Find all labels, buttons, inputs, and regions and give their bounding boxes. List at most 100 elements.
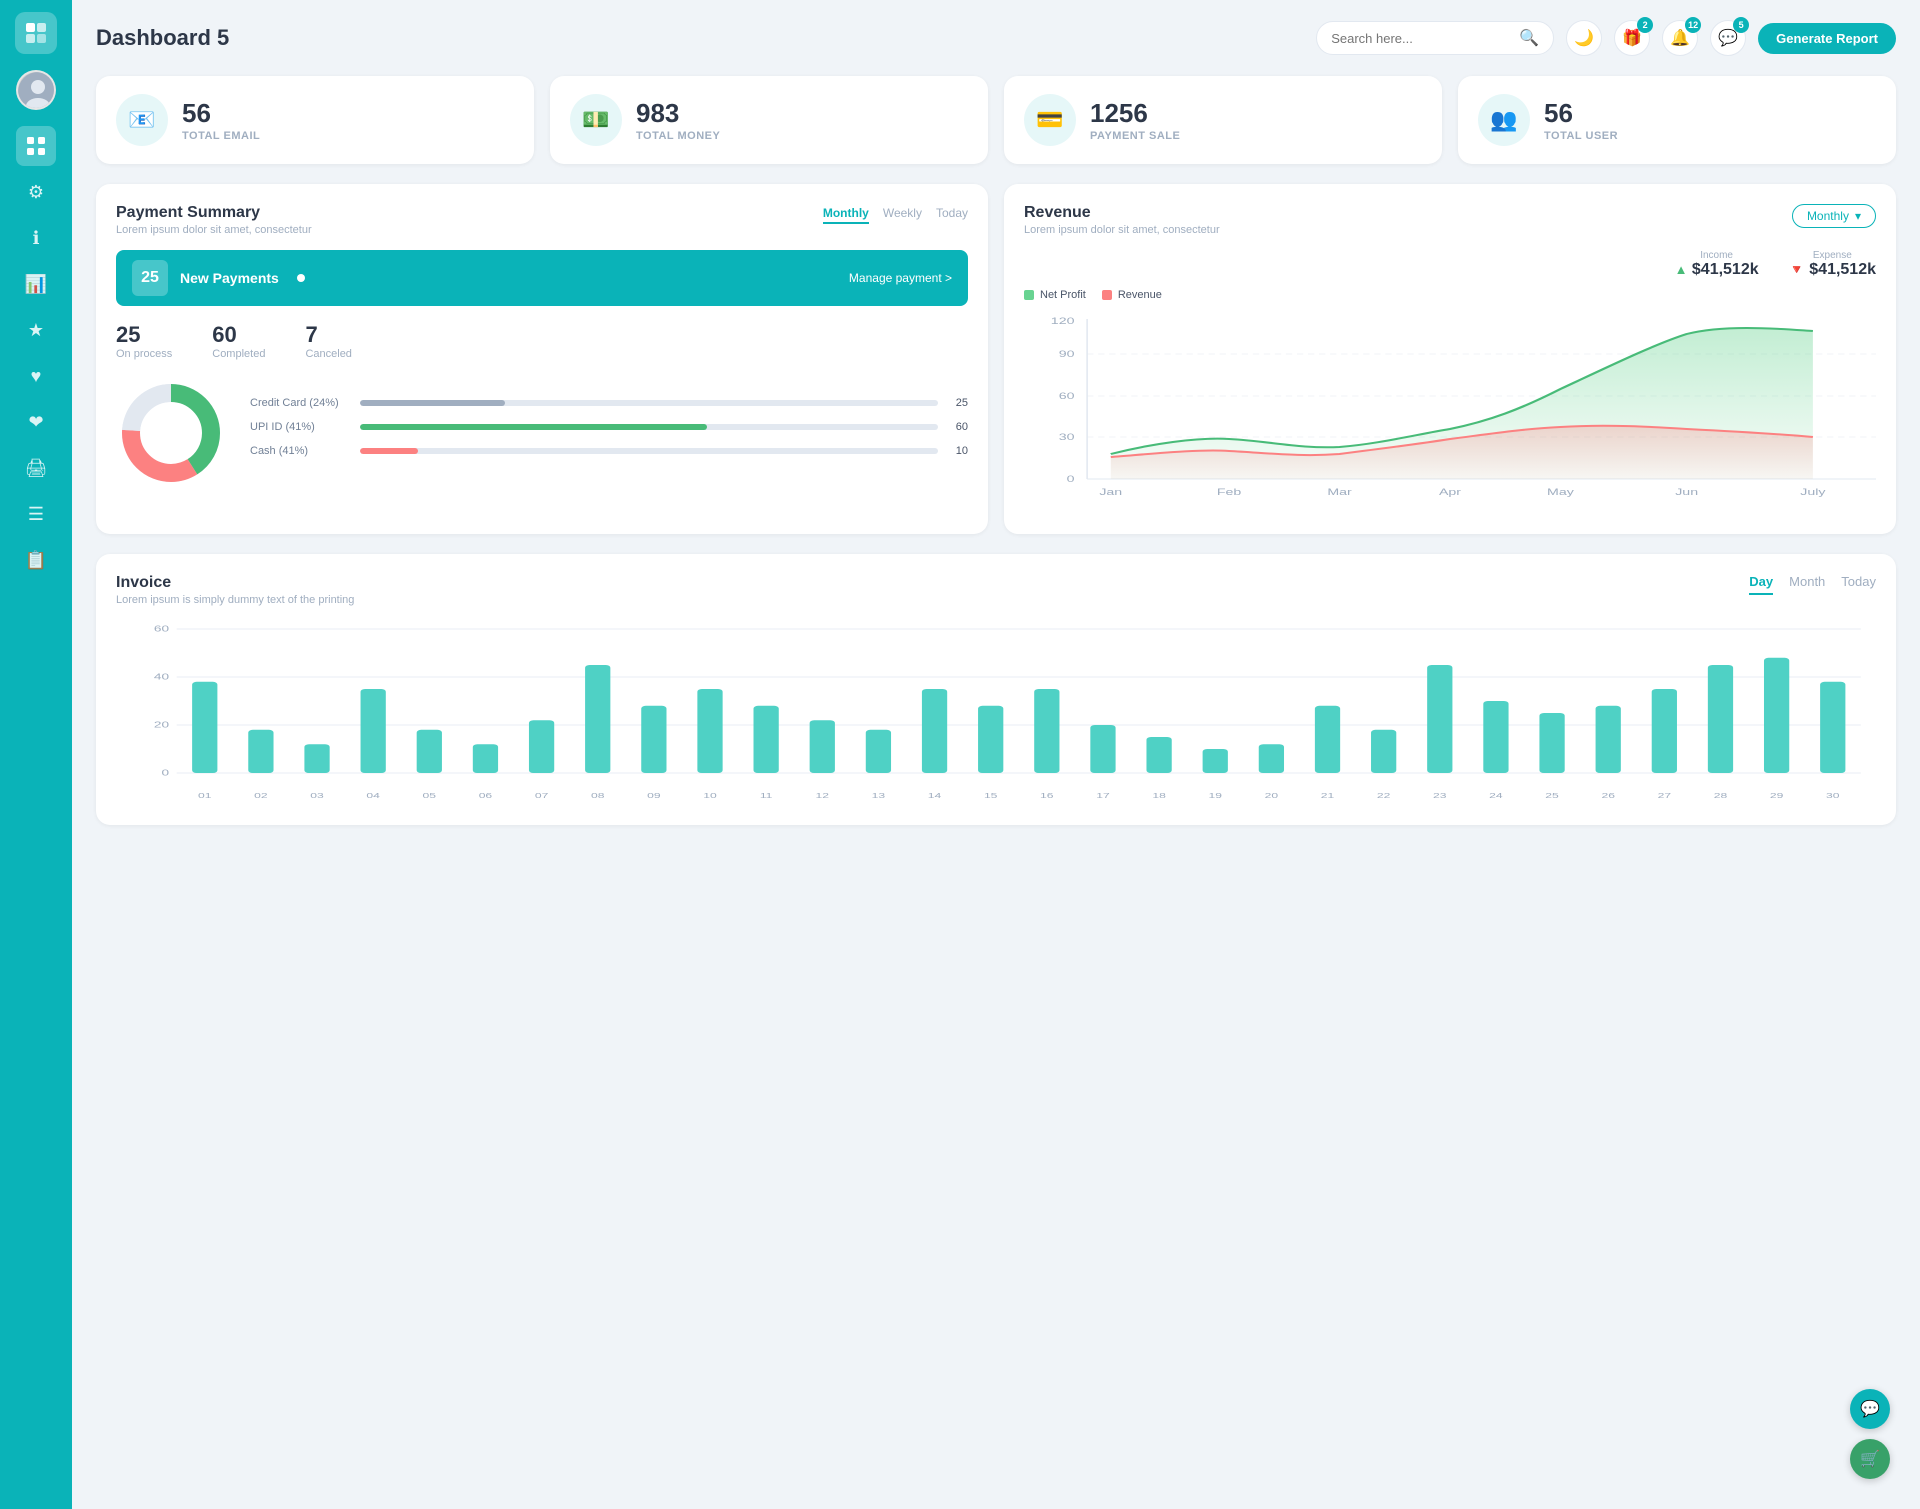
invoice-bar: [1708, 665, 1733, 773]
expense-label: Expense: [1789, 250, 1876, 261]
sidebar-item-settings[interactable]: ⚙: [16, 172, 56, 212]
prog-bar-fill: [360, 448, 418, 454]
generate-report-button[interactable]: Generate Report: [1758, 23, 1896, 54]
stat-icon-user: 👥: [1478, 94, 1530, 146]
invoice-bar: [192, 682, 217, 773]
svg-text:40: 40: [154, 673, 169, 682]
invoice-tab-day[interactable]: Day: [1749, 574, 1773, 595]
invoice-bar: [585, 665, 610, 773]
invoice-x-label: 04: [366, 792, 380, 800]
svg-text:Apr: Apr: [1439, 487, 1461, 498]
income-value: $41,512k: [1692, 261, 1759, 278]
stat-info-user: 56 TOTAL USER: [1544, 98, 1618, 141]
stat-card-money: 💵 983 TOTAL MONEY: [550, 76, 988, 164]
search-bar[interactable]: 🔍: [1316, 21, 1554, 55]
invoice-tab-today[interactable]: Today: [1841, 574, 1876, 595]
payment-stat-completed: 60Completed: [212, 322, 265, 360]
stat-info-money: 983 TOTAL MONEY: [636, 98, 720, 141]
header: Dashboard 5 🔍 🌙 🎁 2 🔔 12 💬 5 Generate Re…: [96, 20, 1896, 56]
invoice-bar: [1259, 744, 1284, 773]
invoice-bar: [1652, 689, 1677, 773]
invoice-bar: [1034, 689, 1059, 773]
bell-icon-btn[interactable]: 🔔 12: [1662, 20, 1698, 56]
invoice-x-label: 08: [591, 792, 605, 800]
legend-label: Net Profit: [1040, 289, 1086, 301]
invoice-x-label: 14: [928, 792, 942, 800]
chat-icon-btn[interactable]: 💬 5: [1710, 20, 1746, 56]
invoice-title-group: Invoice Lorem ipsum is simply dummy text…: [116, 574, 354, 606]
avatar[interactable]: [16, 70, 56, 110]
tab-monthly[interactable]: Monthly: [823, 204, 869, 224]
invoice-x-label: 28: [1714, 792, 1728, 800]
support-fab[interactable]: 💬: [1850, 1389, 1890, 1429]
search-input[interactable]: [1331, 31, 1511, 46]
revenue-subtitle: Lorem ipsum dolor sit amet, consectetur: [1024, 224, 1220, 236]
donut-chart: [116, 378, 226, 488]
legend-item: Revenue: [1102, 289, 1162, 301]
invoice-bar: [866, 730, 891, 773]
invoice-bar: [641, 706, 666, 773]
expense-item: Expense 🔻 $41,512k: [1789, 250, 1876, 279]
sidebar-item-list[interactable]: 📋: [16, 540, 56, 580]
bell-badge: 12: [1685, 17, 1701, 33]
invoice-x-label: 24: [1489, 792, 1503, 800]
invoice-bar: [1820, 682, 1845, 773]
theme-toggle[interactable]: 🌙: [1566, 20, 1602, 56]
revenue-legend: Net Profit Revenue: [1024, 289, 1876, 301]
stat-card-user: 👥 56 TOTAL USER: [1458, 76, 1896, 164]
revenue-title: Revenue: [1024, 204, 1220, 222]
sidebar-item-analytics[interactable]: 📊: [16, 264, 56, 304]
stat-value-money: 983: [636, 98, 720, 129]
invoice-x-label: 10: [703, 792, 717, 800]
tab-today[interactable]: Today: [936, 204, 968, 224]
svg-text:Feb: Feb: [1217, 487, 1242, 498]
sidebar-logo[interactable]: [15, 12, 57, 54]
payment-stat-on-process: 25On process: [116, 322, 172, 360]
revenue-title-group: Revenue Lorem ipsum dolor sit amet, cons…: [1024, 204, 1220, 236]
prog-val: 10: [948, 445, 968, 457]
invoice-x-label: 07: [535, 792, 549, 800]
stat-info-payment: 1256 PAYMENT SALE: [1090, 98, 1180, 141]
sidebar-item-star[interactable]: ★: [16, 310, 56, 350]
tab-weekly[interactable]: Weekly: [883, 204, 922, 224]
prog-bar-fill: [360, 424, 707, 430]
invoice-x-label: 23: [1433, 792, 1447, 800]
gift-icon-btn[interactable]: 🎁 2: [1614, 20, 1650, 56]
svg-text:120: 120: [1051, 316, 1075, 327]
sidebar-item-menu[interactable]: ☰: [16, 494, 56, 534]
invoice-x-label: 30: [1826, 792, 1840, 800]
manage-payment-link[interactable]: Manage payment >: [849, 271, 952, 285]
new-payments-label: New Payments: [180, 270, 279, 286]
sidebar: ⚙ ℹ 📊 ★ ♥ ❤ 🖨 ☰ 📋: [0, 0, 72, 1509]
new-payments-dot: [297, 274, 305, 282]
sidebar-item-dashboard[interactable]: [16, 126, 56, 166]
new-payments-count: 25: [132, 260, 168, 296]
sidebar-item-heart2[interactable]: ❤: [16, 402, 56, 442]
invoice-bar: [248, 730, 273, 773]
expense-arrow-icon: 🔻: [1789, 262, 1805, 277]
revenue-chart: 0 30 60 90 120 Jan Feb Mar Apr May Jun J…: [1024, 309, 1876, 509]
revenue-header: Revenue Lorem ipsum dolor sit amet, cons…: [1024, 204, 1876, 236]
invoice-bar: [1371, 730, 1396, 773]
stat-icon-payment: 💳: [1024, 94, 1076, 146]
stat-value-email: 56: [182, 98, 260, 129]
prog-val: 60: [948, 421, 968, 433]
revenue-monthly-dropdown[interactable]: Monthly ▾: [1792, 204, 1876, 228]
prog-label: UPI ID (41%): [250, 421, 350, 433]
sidebar-item-print[interactable]: 🖨: [16, 448, 56, 488]
invoice-x-label: 16: [1040, 792, 1054, 800]
revenue-card: Revenue Lorem ipsum dolor sit amet, cons…: [1004, 184, 1896, 534]
sidebar-item-info[interactable]: ℹ: [16, 218, 56, 258]
invoice-bar: [922, 689, 947, 773]
invoice-x-label: 29: [1770, 792, 1784, 800]
invoice-x-label: 05: [423, 792, 437, 800]
fab-wrapper: 💬 🛒: [1850, 1389, 1890, 1479]
invoice-tab-month[interactable]: Month: [1789, 574, 1825, 595]
cart-fab[interactable]: 🛒: [1850, 1439, 1890, 1479]
income-amount: ▲ $41,512k: [1675, 261, 1759, 279]
invoice-header: Invoice Lorem ipsum is simply dummy text…: [116, 574, 1876, 606]
invoice-bar: [529, 720, 554, 773]
payment-summary-card: Payment Summary Lorem ipsum dolor sit am…: [96, 184, 988, 534]
invoice-bar: [810, 720, 835, 773]
sidebar-item-heart[interactable]: ♥: [16, 356, 56, 396]
